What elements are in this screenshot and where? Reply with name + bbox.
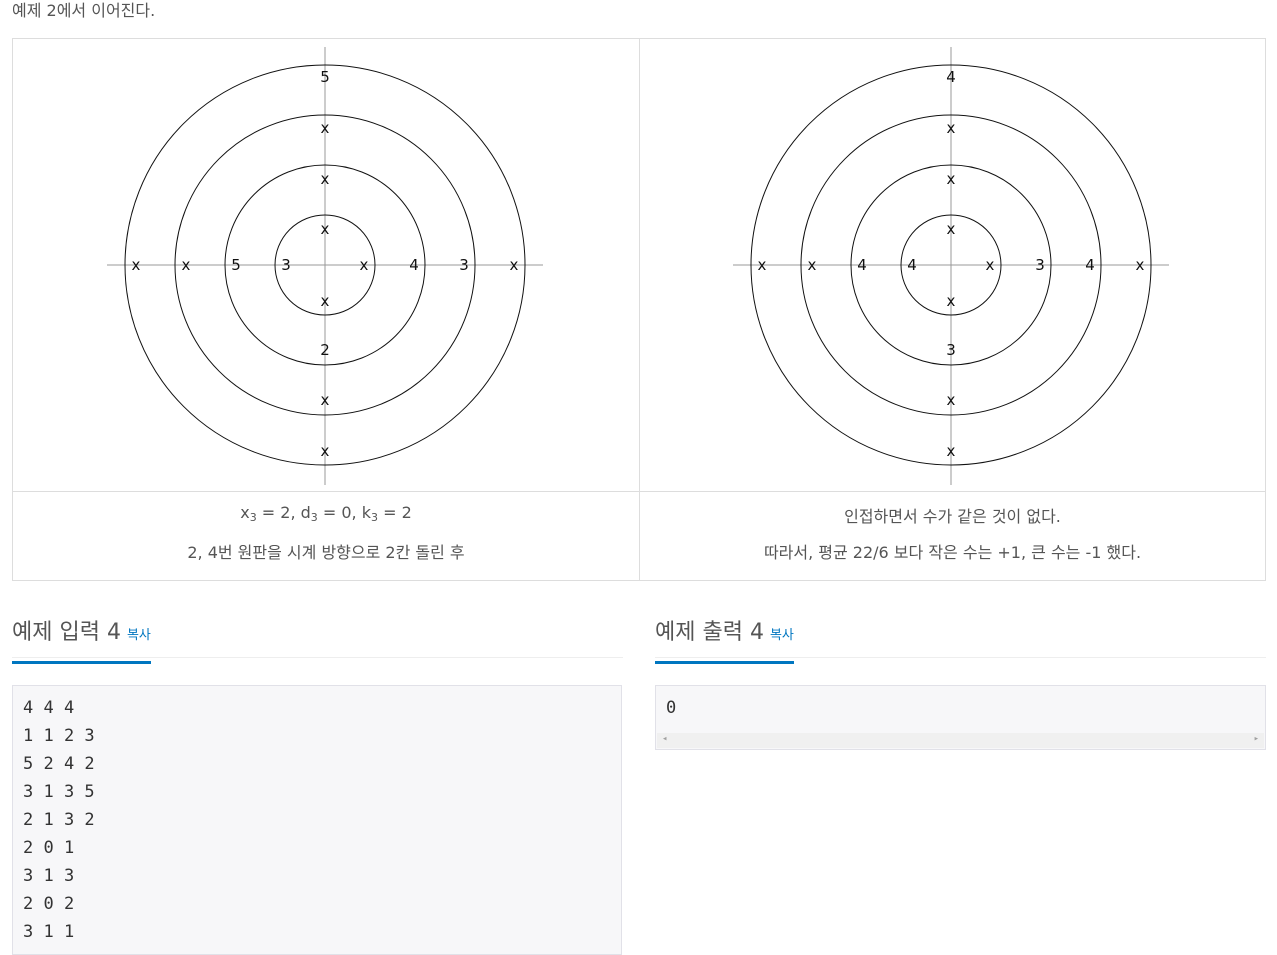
- disk-label-down: 3: [946, 341, 956, 359]
- disk-label-left: x: [758, 256, 767, 274]
- figure-cell-left: xxx5xx2xx35xxx43x: [13, 39, 640, 492]
- disk-label-left: 3: [281, 256, 291, 274]
- disk-diagram-left: xxx5xx2xx35xxx43x: [107, 47, 543, 485]
- disk-label-up: 5: [320, 68, 330, 86]
- scroll-left-icon[interactable]: ◂: [662, 734, 667, 744]
- sample-output-title: 예제 출력 4 복사: [655, 618, 794, 664]
- caption-formula: x3 = 2, d3 = 0, k3 = 2: [240, 503, 412, 524]
- intro-text: 예제 2에서 이어진다.: [12, 1, 156, 20]
- sample-output-header: 예제 출력 4 복사: [655, 616, 1266, 664]
- caption-cell-right: 인접하면서 수가 같은 것이 없다. 따라서, 평균 22/6 보다 작은 수는…: [640, 492, 1265, 580]
- disk-label-left: 4: [907, 256, 917, 274]
- disk-label-right: x: [510, 256, 519, 274]
- disk-label-right: x: [360, 256, 369, 274]
- copy-input-button[interactable]: 복사: [127, 628, 151, 643]
- output-line: 0: [666, 698, 677, 718]
- input-line: 3 1 1: [23, 922, 75, 942]
- disk-label-up: x: [321, 119, 330, 137]
- disk-label-right: x: [1136, 256, 1145, 274]
- input-line: 1 1 2 3: [23, 726, 95, 746]
- copy-output-button[interactable]: 복사: [770, 628, 794, 643]
- input-line: 3 1 3: [23, 866, 75, 886]
- sample-output-box[interactable]: 0 ◂ ▸: [655, 685, 1266, 750]
- figure-table: xxx5xx2xx35xxx43x xxx4xx3xx44xxx34x x3 =…: [12, 38, 1266, 581]
- disk-label-down: x: [947, 292, 956, 310]
- caption-right-line1: 인접하면서 수가 같은 것이 없다.: [844, 507, 1061, 526]
- disk-label-left: x: [132, 256, 141, 274]
- disk-label-down: x: [321, 391, 330, 409]
- disk-label-down: x: [947, 442, 956, 460]
- disk-label-up: x: [947, 119, 956, 137]
- disk-label-left: x: [182, 256, 191, 274]
- disk-label-right: 3: [1035, 256, 1045, 274]
- disk-label-down: x: [321, 292, 330, 310]
- disk-label-left: x: [808, 256, 817, 274]
- disk-label-down: x: [321, 442, 330, 460]
- disk-label-left: 5: [231, 256, 241, 274]
- sample-input-title: 예제 입력 4 복사: [12, 618, 151, 664]
- disk-label-up: x: [321, 220, 330, 238]
- sample-input-header: 예제 입력 4 복사: [12, 616, 623, 664]
- input-line: 3 1 3 5: [23, 782, 95, 802]
- disk-label-right: 4: [1085, 256, 1095, 274]
- disk-label-down: x: [947, 391, 956, 409]
- input-line: 4 4 4: [23, 698, 75, 718]
- input-line: 2 0 1: [23, 838, 75, 858]
- input-line: 2 1 3 2: [23, 810, 95, 830]
- caption-left-line2: 2, 4번 원판을 시계 방향으로 2칸 돌린 후: [187, 543, 465, 562]
- input-line: 2 0 2: [23, 894, 75, 914]
- horizontal-scrollbar[interactable]: ◂ ▸: [657, 733, 1264, 748]
- disk-label-left: 4: [857, 256, 867, 274]
- scroll-right-icon[interactable]: ▸: [1254, 734, 1259, 744]
- caption-right-line2: 따라서, 평균 22/6 보다 작은 수는 +1, 큰 수는 -1 했다.: [763, 543, 1142, 562]
- figure-cell-right: xxx4xx3xx44xxx34x: [640, 39, 1265, 492]
- disk-label-right: 3: [459, 256, 469, 274]
- disk-label-up: x: [321, 170, 330, 188]
- sample-input-box[interactable]: 4 4 4 1 1 2 3 5 2 4 2 3 1 3 5 2 1 3 2 2 …: [12, 685, 622, 955]
- disk-label-down: 2: [320, 341, 330, 359]
- disk-diagram-right: xxx4xx3xx44xxx34x: [733, 47, 1169, 485]
- disk-label-up: x: [947, 220, 956, 238]
- caption-cell-left: x3 = 2, d3 = 0, k3 = 2 2, 4번 원판을 시계 방향으로…: [13, 492, 640, 580]
- disk-label-right: x: [986, 256, 995, 274]
- disk-label-up: 4: [946, 68, 956, 86]
- disk-label-right: 4: [409, 256, 419, 274]
- disk-label-up: x: [947, 170, 956, 188]
- input-line: 5 2 4 2: [23, 754, 95, 774]
